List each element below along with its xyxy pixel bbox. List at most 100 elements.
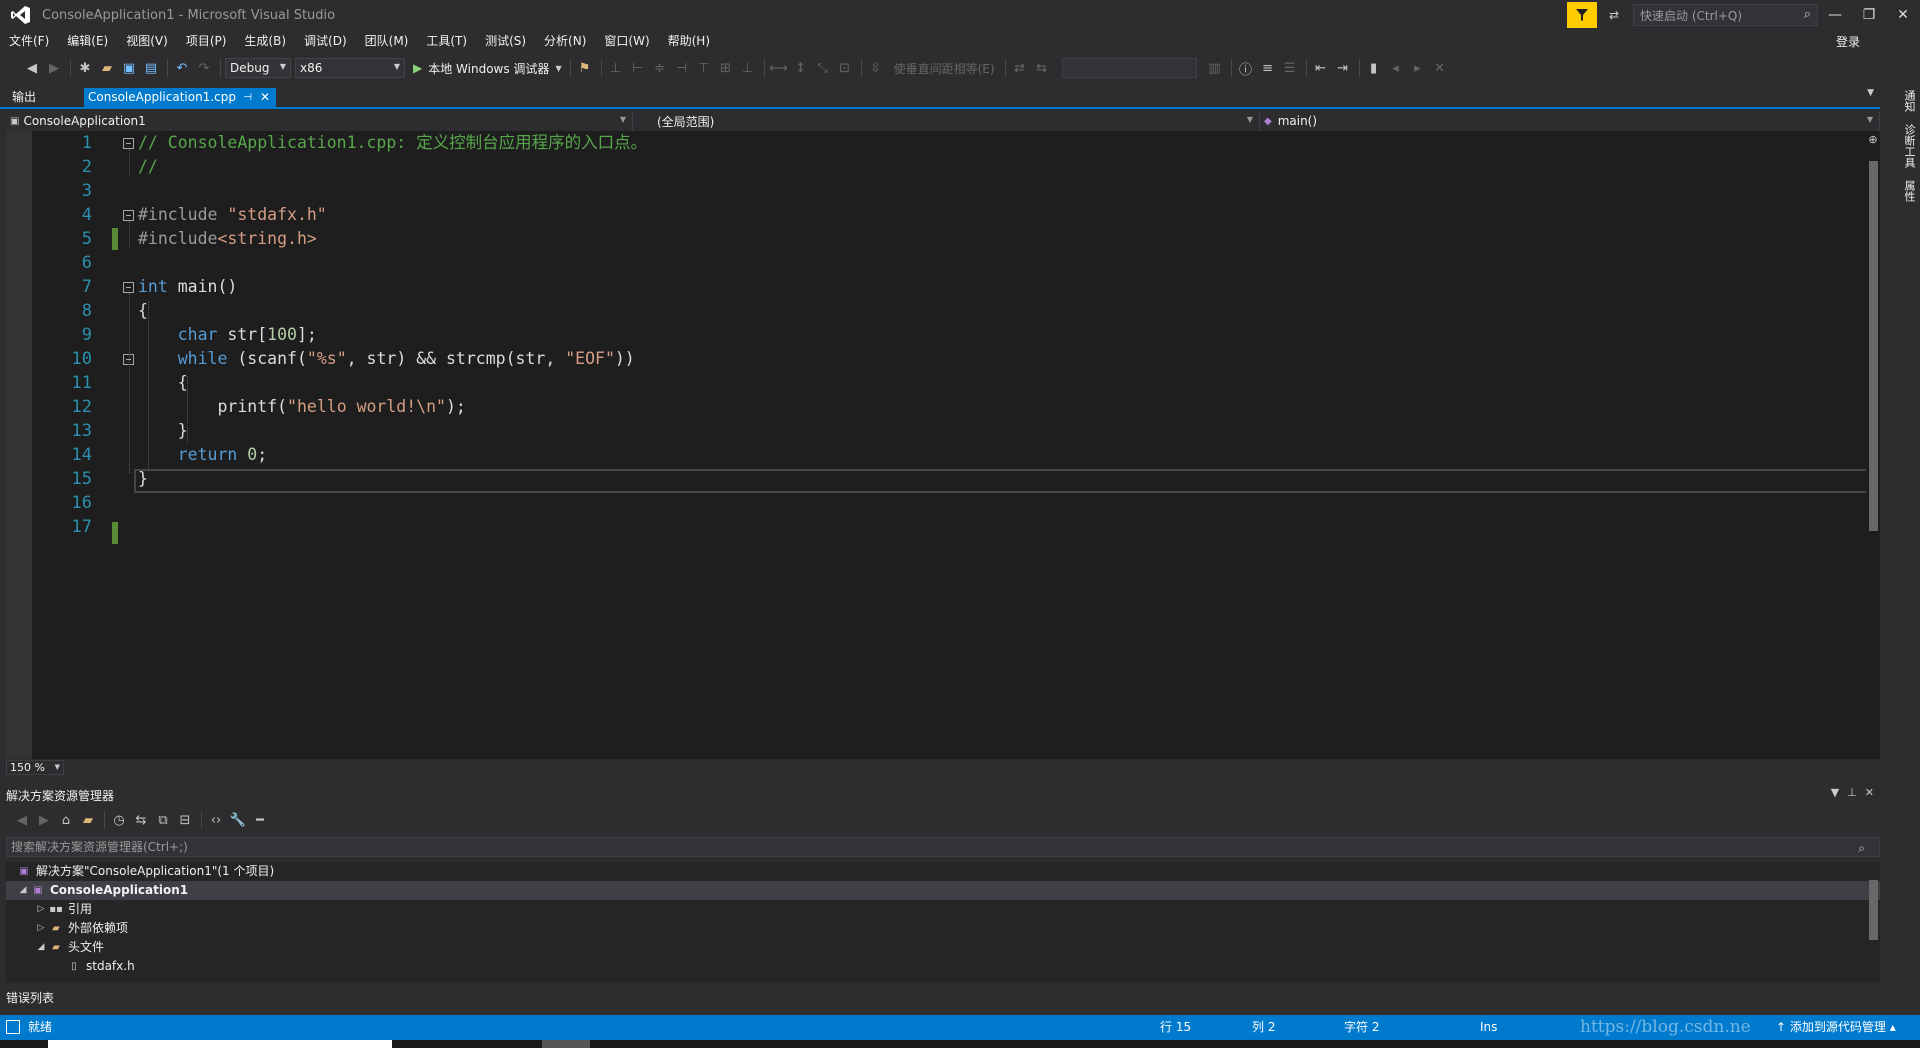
pending-changes-filter-icon[interactable]: ◷ [109,810,129,830]
tab-notifications[interactable]: 通知 [1901,88,1917,114]
quick-launch-input[interactable]: 快速启动 (Ctrl+Q) ⌕ [1633,4,1818,26]
menu-help[interactable]: 帮助(H) [659,30,719,52]
menu-analyze[interactable]: 分析(N) [535,30,595,52]
menu-build[interactable]: 生成(B) [235,30,295,52]
project-select[interactable]: ▣ ConsoleApplication1 ▼ [6,111,633,131]
quick-info-icon[interactable]: ⓘ [1236,58,1256,78]
bring-to-front-icon[interactable]: ▥ [1205,58,1225,78]
new-project-icon[interactable]: ✱ [75,58,95,78]
start-debugging-button[interactable]: ▶ 本地 Windows 调试器 ▼ [413,60,562,77]
collapse-arrow-icon[interactable]: ◢ [34,938,48,957]
menu-team[interactable]: 团队(M) [356,30,418,52]
layout-icon[interactable]: ⇄ [1010,58,1030,78]
save-icon[interactable]: ▣ [119,58,139,78]
tree-item-references[interactable]: ▷ ▪▪ 引用 [6,900,1880,919]
taskbar-item[interactable] [542,1040,590,1048]
window-position-icon[interactable]: ▼ [1831,786,1839,799]
scrollbar-thumb[interactable] [1869,161,1878,531]
tree-item-stdafx-h[interactable]: ▯ stdafx.h [6,957,1880,976]
undo-icon[interactable]: ↶ [172,58,192,78]
minimize-button[interactable]: — [1818,0,1852,30]
tree-item-solution[interactable]: ▣ 解决方案"ConsoleApplication1"(1 个项目) [6,862,1880,881]
editor-vertical-scrollbar[interactable]: ⊕ [1866,131,1880,759]
solution-platform-select[interactable]: x86 ▼ [295,58,405,78]
solution-explorer-search-input[interactable]: 搜索解决方案资源管理器(Ctrl+;) ⌕ [6,837,1880,857]
menu-debug[interactable]: 调试(D) [295,30,356,52]
save-all-icon[interactable]: ▤ [141,58,161,78]
tab-error-list[interactable]: 错误列表 [6,988,54,1008]
align-middle-icon[interactable]: ⊞ [716,58,736,78]
align-left-icon[interactable]: ⊢ [628,58,648,78]
redo-icon[interactable]: ↷ [194,58,214,78]
clear-bookmarks-icon[interactable]: ✕ [1430,58,1450,78]
sync-icon[interactable]: ⇆ [131,810,151,830]
tab-order-icon[interactable]: ⇆ [1032,58,1052,78]
scope-select[interactable]: (全局范围) ▼ [633,111,1260,131]
close-icon[interactable]: ✕ [260,88,270,107]
complete-word-icon[interactable]: ☰ [1280,58,1300,78]
expand-arrow-icon[interactable]: ▷ [34,919,48,938]
tree-item-external-dependencies[interactable]: ▷ ▰ 外部依赖项 [6,919,1880,938]
align-top-icon[interactable]: ⊤ [694,58,714,78]
menu-file[interactable]: 文件(F) [0,30,58,52]
collapse-all-icon[interactable]: ⊟ [175,810,195,830]
size-to-grid-icon[interactable]: ⊡ [835,58,855,78]
previous-bookmark-icon[interactable]: ◂ [1386,58,1406,78]
solution-configuration-select[interactable]: Debug ▼ [225,58,291,78]
menu-test[interactable]: 测试(S) [476,30,535,52]
next-bookmark-icon[interactable]: ▸ [1408,58,1428,78]
code-editor[interactable]: 1 2 3 4 5 6 7 8 9 10 11 12 13 14 15 16 1… [6,131,1880,759]
expand-arrow-icon[interactable]: ▷ [34,900,48,919]
notification-filter-icon[interactable] [1567,2,1597,28]
collapse-arrow-icon[interactable]: ◢ [16,881,30,900]
preview-icon[interactable]: ━ [250,810,270,830]
home-icon[interactable]: ⌂ [56,810,76,830]
align-icon[interactable]: ⊥ [606,58,626,78]
menu-view[interactable]: 视图(V) [117,30,177,52]
tab-diagnostic-tools[interactable]: 诊断工具 [1901,122,1917,170]
menu-edit[interactable]: 编辑(E) [58,30,117,52]
menu-tools[interactable]: 工具(T) [417,30,476,52]
parameter-info-icon[interactable]: ≡ [1258,58,1278,78]
taskbar-item[interactable] [48,1040,392,1048]
tree-item-project[interactable]: ◢ ▣ ConsoleApplication1 [6,881,1880,900]
navigate-back-icon[interactable]: ◀ [22,58,42,78]
solution-tree-scrollbar[interactable] [1866,862,1880,982]
vertical-spacing-icon[interactable]: ⇳ [866,58,886,78]
feedback-icon[interactable]: ⇄ [1601,2,1627,28]
back-icon[interactable]: ◀ [12,810,32,830]
pin-icon[interactable]: ⊣ [243,88,252,107]
toolbar-empty-select[interactable] [1061,58,1197,78]
indicator-margin[interactable] [6,131,32,759]
make-same-size-icon[interactable]: ⤡ [813,58,833,78]
forward-icon[interactable]: ▶ [34,810,54,830]
tab-output[interactable]: 输出 [6,88,42,107]
make-same-width-icon[interactable]: ⟷ [769,58,789,78]
zoom-select[interactable]: 150 % ▼ [6,760,64,775]
menu-project[interactable]: 项目(P) [177,30,236,52]
tab-overflow-icon[interactable]: ▼ [1867,88,1874,98]
restore-button[interactable]: ❐ [1852,0,1886,30]
code-text[interactable]: // ConsoleApplication1.cpp: 定义控制台应用程序的入口… [138,131,647,539]
align-bottom-icon[interactable]: ⊥ [738,58,758,78]
make-vertical-spacing-equal-button[interactable]: 使垂直间距相等(E) [894,60,995,77]
menu-window[interactable]: 窗口(W) [595,30,658,52]
collapse-region-icon[interactable] [123,282,134,293]
switch-views-icon[interactable]: ▰ [78,810,98,830]
member-select[interactable]: ◆ main() ▼ [1260,111,1880,131]
close-window-button[interactable]: ✕ [1886,0,1920,30]
collapse-region-icon[interactable] [123,138,134,149]
scrollbar-thumb[interactable] [1869,880,1878,940]
tab-consoleapplication1-cpp[interactable]: ConsoleApplication1.cpp ⊣ ✕ [84,88,276,107]
tab-properties[interactable]: 属性 [1901,178,1917,204]
indent-icon[interactable]: ⇥ [1333,58,1353,78]
view-code-icon[interactable]: ‹› [206,810,226,830]
outdent-icon[interactable]: ⇤ [1311,58,1331,78]
auto-hide-pin-icon[interactable]: ⊥ [1847,786,1857,799]
properties-wrench-icon[interactable]: 🔧 [228,810,248,830]
split-window-icon[interactable]: ⊕ [1866,133,1880,147]
make-same-height-icon[interactable]: ↕ [791,58,811,78]
collapse-region-icon[interactable] [123,210,134,221]
align-center-icon[interactable]: ≑ [650,58,670,78]
find-in-files-icon[interactable]: ⚑ [575,58,595,78]
